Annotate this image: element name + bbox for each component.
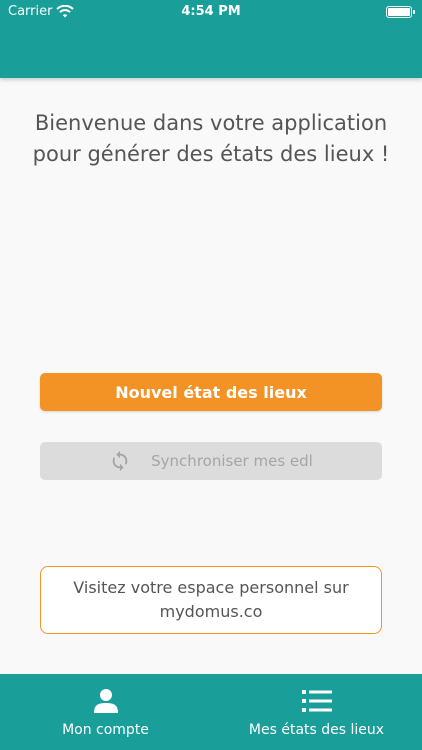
tab-bar: Mon compte Mes états des lieux — [0, 674, 422, 750]
status-bar: Carrier 4:54 PM — [0, 0, 422, 24]
tab-mes-etats[interactable]: Mes états des lieux — [211, 674, 422, 750]
app-header: Carrier 4:54 PM — [0, 0, 422, 78]
visit-website-link[interactable]: Visitez votre espace personnel sur mydom… — [40, 566, 382, 634]
list-icon — [301, 690, 332, 712]
new-inspection-button[interactable]: Nouvel état des lieux — [40, 373, 382, 411]
tab-mon-compte-label: Mon compte — [62, 722, 149, 738]
battery-icon — [386, 6, 415, 18]
welcome-message: Bienvenue dans votre application pour gé… — [32, 111, 390, 166]
sync-label: Synchroniser mes edl — [151, 452, 313, 470]
sync-button[interactable]: Synchroniser mes edl — [40, 442, 382, 480]
status-time: 4:54 PM — [181, 4, 241, 19]
tab-mes-etats-label: Mes états des lieux — [248, 722, 385, 738]
sync-icon — [112, 450, 128, 472]
new-inspection-label: Nouvel état des lieux — [115, 382, 307, 402]
visit-text: Visitez votre espace personnel sur mydom… — [73, 578, 349, 621]
tab-mon-compte[interactable]: Mon compte — [0, 674, 211, 750]
person-icon — [93, 689, 118, 713]
